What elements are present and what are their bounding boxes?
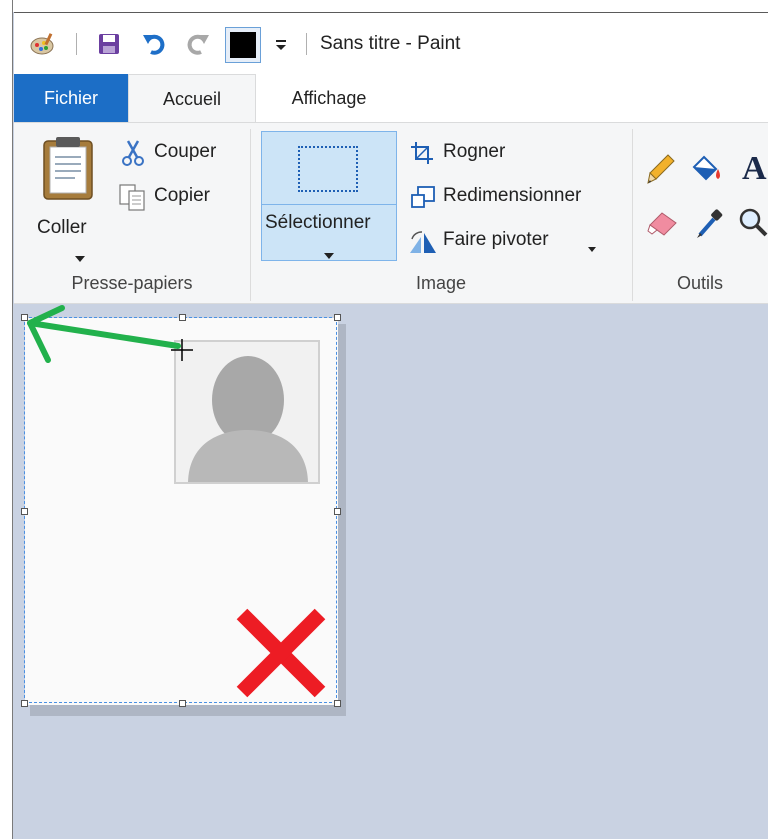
cut-button[interactable]: Couper (118, 139, 238, 169)
fill-icon[interactable] (690, 151, 724, 190)
select-dropdown-icon (324, 246, 334, 264)
text-icon[interactable]: A (742, 149, 767, 189)
copy-icon (118, 183, 148, 216)
tab-file[interactable]: Fichier (14, 74, 128, 122)
clipboard-icon (40, 135, 96, 206)
paint-app-icon[interactable] (28, 31, 58, 57)
select-button-divider (262, 204, 396, 205)
resize-handle-top[interactable] (179, 314, 186, 321)
rotate-icon (408, 229, 438, 260)
copy-label: Copier (154, 185, 210, 206)
cut-label: Couper (154, 141, 217, 162)
color-picker-icon[interactable] (694, 207, 724, 244)
paste-label: Coller (37, 217, 87, 238)
tab-home[interactable]: Accueil (128, 74, 256, 122)
window-title: Sans titre - Paint (320, 33, 461, 54)
paste-button[interactable]: Coller (28, 131, 108, 262)
title-bar: Sans titre - Paint (14, 12, 768, 74)
selection-outline (24, 317, 337, 703)
resize-handle-right[interactable] (334, 508, 341, 515)
rotate-label: Faire pivoter (443, 229, 549, 250)
left-window-border (0, 0, 13, 839)
pencil-icon[interactable] (646, 153, 676, 190)
color-swatch-icon[interactable] (224, 27, 262, 63)
save-icon[interactable] (94, 31, 124, 57)
customize-dropdown-icon[interactable] (272, 31, 290, 57)
resize-handle-bottom-left[interactable] (21, 700, 28, 707)
clipboard-group-label: Presse-papiers (71, 273, 193, 293)
resize-button[interactable]: Redimensionner (408, 183, 618, 213)
resize-icon (410, 185, 436, 214)
crop-label: Rogner (443, 141, 506, 162)
ribbon-tabs: Fichier Accueil Affichage (14, 74, 768, 122)
magnifier-icon[interactable] (738, 207, 768, 244)
redo-icon[interactable] (182, 31, 212, 57)
crop-button[interactable]: Rogner (408, 139, 548, 169)
scissors-icon (120, 139, 146, 172)
title-separator (306, 33, 307, 55)
resize-handle-bottom[interactable] (179, 700, 186, 707)
copy-button[interactable]: Copier (118, 183, 238, 213)
selection-rectangle-icon (298, 146, 358, 192)
resize-label: Redimensionner (443, 185, 582, 206)
ribbon: Coller Couper Copier Presse-papiers Séle… (14, 122, 768, 304)
select-label: Sélectionner (265, 212, 371, 233)
tools-group-label: Outils (676, 273, 723, 293)
select-button[interactable]: Sélectionner (261, 131, 397, 261)
undo-icon[interactable] (140, 31, 170, 57)
resize-handle-top-left[interactable] (21, 314, 28, 321)
paste-dropdown-icon (75, 249, 85, 267)
resize-handle-bottom-right[interactable] (334, 700, 341, 707)
rotate-dropdown-icon (588, 239, 596, 257)
qat-separator (76, 33, 77, 55)
resize-handle-top-right[interactable] (334, 314, 341, 321)
image-group-label: Image (415, 273, 467, 293)
tab-view[interactable]: Affichage (274, 74, 384, 122)
crop-icon (410, 141, 434, 170)
rotate-button[interactable]: Faire pivoter (408, 227, 598, 257)
top-strip (0, 0, 768, 12)
resize-handle-left[interactable] (21, 508, 28, 515)
eraser-icon[interactable] (646, 209, 680, 244)
